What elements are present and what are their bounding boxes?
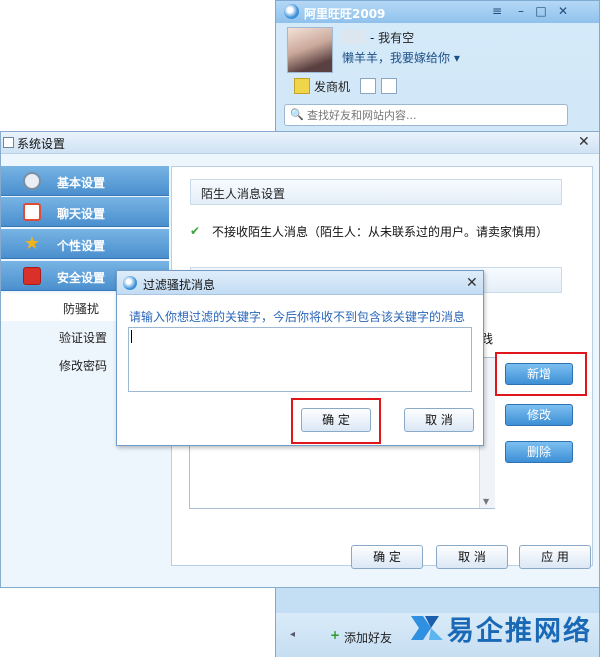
signature-text: 懒羊羊，我要嫁给你 (342, 51, 451, 65)
menu-icon[interactable]: ≡ (490, 4, 504, 18)
watermark-text: 易企推网络 (447, 616, 592, 647)
star-icon: ★ (23, 233, 41, 254)
watermark-logo-icon (411, 616, 443, 640)
settings-close-icon[interactable]: ✕ (578, 134, 590, 150)
wangwang-logo-icon (284, 4, 299, 19)
add-friend-button[interactable]: 添加好友 (344, 629, 392, 646)
sidebar-sub-label: 修改密码 (59, 359, 108, 373)
filter-ok-button[interactable]: 确 定 (301, 408, 371, 432)
filter-prompt: 请输入你想过滤的关键字，今后你将收不到包含该关键字的消息 (129, 310, 466, 324)
sidebar-item-chat[interactable]: 聊天设置 (1, 197, 169, 227)
calendar-icon (23, 203, 41, 221)
wangwang-title: 阿里旺旺2009 (304, 7, 386, 21)
modify-button[interactable]: 修改 (505, 404, 573, 426)
gear-icon (23, 172, 41, 190)
search-icon: 🔍 (290, 108, 304, 121)
sidebar-item-label: 安全设置 (57, 271, 106, 285)
filter-cancel-button[interactable]: 取 消 (404, 408, 474, 432)
stranger-checkbox[interactable]: ✔ (190, 225, 202, 237)
blurred-username (342, 30, 366, 44)
section-title: 陌生人消息设置 (201, 187, 286, 201)
add-icon: + (330, 628, 341, 642)
stranger-checkbox-label: 不接收陌生人消息（陌生人：从未联系过的用户。请卖家慎用） (212, 225, 549, 239)
phone-icon[interactable] (360, 78, 376, 94)
scroll-left-icon[interactable]: ◂ (290, 629, 295, 640)
filter-dialog: 过滤骚扰消息 ✕ 请输入你想过滤的关键字，今后你将收不到包含该关键字的消息 确 … (116, 270, 484, 446)
maximize-icon[interactable]: □ (534, 4, 548, 18)
wangwang-logo-icon (123, 276, 137, 290)
add-button[interactable]: 新增 (505, 363, 573, 385)
scroll-down-icon[interactable]: ▼ (483, 497, 489, 506)
sidebar-item-label: 聊天设置 (57, 207, 106, 221)
business-opportunity-button[interactable]: 发商机 (314, 78, 350, 95)
filter-titlebar[interactable]: 过滤骚扰消息 ✕ (117, 271, 483, 295)
avatar[interactable] (287, 27, 333, 73)
search-box[interactable]: 🔍 (284, 104, 568, 126)
shield-icon (23, 267, 41, 285)
settings-title: 系统设置 (17, 137, 66, 151)
settings-ok-button[interactable]: 确 定 (351, 545, 423, 569)
chevron-down-icon: ▾ (453, 51, 460, 65)
settings-apply-button[interactable]: 应 用 (519, 545, 591, 569)
user-status: - 我有空 (370, 31, 415, 45)
sidebar-item-label: 个性设置 (57, 239, 106, 253)
minimize-icon[interactable]: – (514, 4, 528, 18)
sidebar-item-basic[interactable]: 基本设置 (1, 166, 169, 196)
sidebar-item-label: 基本设置 (57, 176, 106, 190)
calendar-tool-icon[interactable] (381, 78, 397, 94)
settings-titlebar[interactable]: 系统设置 ✕ (1, 132, 599, 154)
sidebar-item-personal[interactable]: ★ 个性设置 (1, 229, 169, 259)
settings-cancel-button[interactable]: 取 消 (436, 545, 508, 569)
close-icon[interactable]: ✕ (556, 4, 570, 18)
wangwang-titlebar[interactable]: 阿里旺旺2009 ≡ – □ ✕ (276, 1, 599, 23)
sidebar-sub-label: 防骚扰 (63, 302, 100, 316)
window-icon (3, 137, 14, 148)
filter-title: 过滤骚扰消息 (143, 278, 216, 292)
sidebar-sub-label: 验证设置 (59, 331, 108, 345)
section-header: 陌生人消息设置 (190, 179, 562, 205)
text-caret (131, 330, 132, 343)
signature[interactable]: 懒羊羊，我要嫁给你 ▾ (342, 49, 460, 66)
filter-close-icon[interactable]: ✕ (466, 275, 478, 291)
search-input[interactable] (307, 109, 547, 122)
keyword-input[interactable] (128, 327, 472, 392)
delete-button[interactable]: 删除 (505, 441, 573, 463)
business-icon[interactable] (294, 78, 310, 94)
